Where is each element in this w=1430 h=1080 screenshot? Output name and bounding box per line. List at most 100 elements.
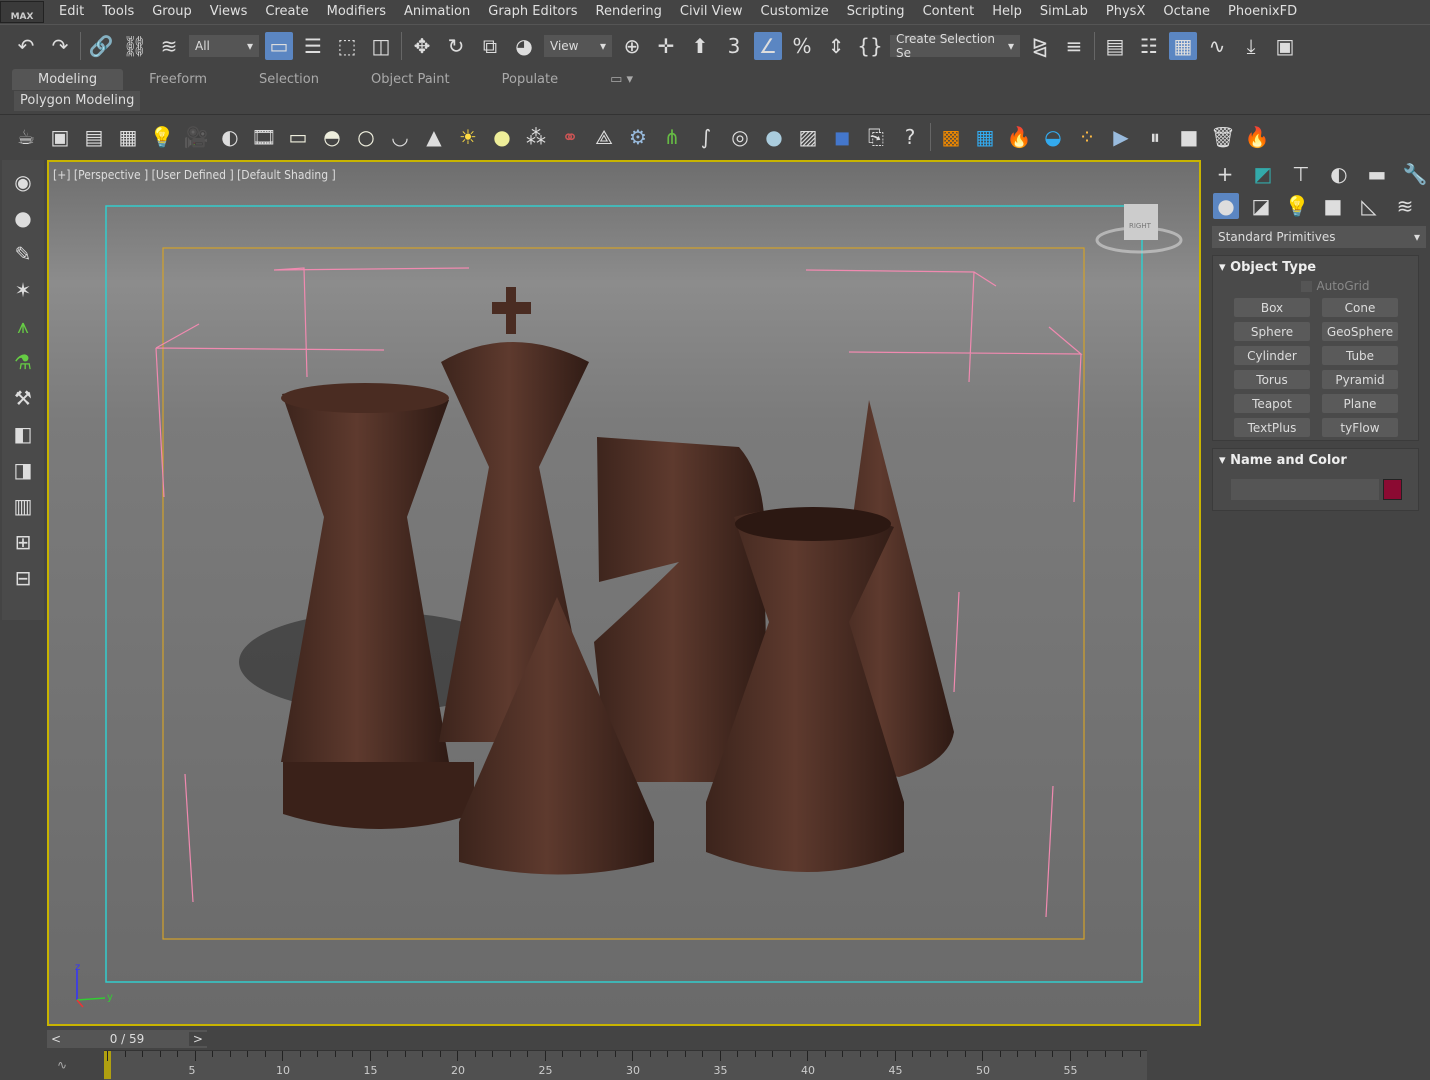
ribbon-tab-modeling[interactable]: Modeling [12, 69, 124, 90]
water-grid-icon[interactable]: ▦ [971, 123, 999, 151]
menu-modifiers[interactable]: Modifiers [318, 4, 395, 19]
window-crossing-icon[interactable]: ◫ [367, 32, 395, 60]
scale-icon[interactable]: ⧉ [476, 32, 504, 60]
stop-icon[interactable]: ■ [1175, 123, 1203, 151]
align-icon[interactable]: ≡ [1060, 32, 1088, 60]
menu-animation[interactable]: Animation [395, 4, 479, 19]
hierarchy-tab-icon[interactable]: ⊤ [1287, 160, 1315, 188]
menu-rendering[interactable]: Rendering [587, 4, 671, 19]
rect-selection-icon[interactable]: ⬚ [333, 32, 361, 60]
object-type-header[interactable]: ▾ Object Type [1213, 256, 1418, 279]
mixer-icon[interactable]: ◧ [9, 420, 37, 448]
move-icon[interactable]: ✥ [408, 32, 436, 60]
plane-icon[interactable]: ▭ [284, 123, 312, 151]
create-plane-button[interactable]: Plane [1322, 394, 1398, 413]
node-tree-icon[interactable]: ⊟ [9, 564, 37, 592]
object-render-icon[interactable]: ◼ [828, 123, 856, 151]
ocean-icon[interactable]: ◒ [1039, 123, 1067, 151]
named-selection-icon[interactable]: {} [856, 32, 884, 60]
autogrid-checkbox[interactable]: AutoGrid [1253, 279, 1418, 293]
rotate-icon[interactable]: ↻ [442, 32, 470, 60]
gear-icon[interactable]: ⚙ [624, 123, 652, 151]
geometry-icon[interactable]: ● [1213, 193, 1239, 219]
light-lister-icon[interactable]: 💡 [148, 123, 176, 151]
pause-icon[interactable]: ⏸ [1141, 123, 1169, 151]
fire-icon[interactable]: 🔥 [1005, 123, 1033, 151]
menu-graph-editors[interactable]: Graph Editors [479, 4, 586, 19]
pivot-icon[interactable]: ⊕ [618, 32, 646, 60]
redo-icon[interactable]: ↷ [46, 32, 74, 60]
sphere-light-icon[interactable]: ● [488, 123, 516, 151]
mirror-icon[interactable]: ⧎ [1026, 32, 1054, 60]
create-torus-button[interactable]: Torus [1234, 370, 1310, 389]
motion-tab-icon[interactable]: ◐ [1325, 160, 1353, 188]
particles-icon[interactable]: ⁘ [1073, 123, 1101, 151]
snap-3d-icon[interactable]: 3 [720, 32, 748, 60]
create-tab-icon[interactable]: + [1211, 160, 1239, 188]
flask-icon[interactable]: ⚗ [9, 348, 37, 376]
percent-snap-icon[interactable]: % [788, 32, 816, 60]
schematic-view-icon[interactable]: ⤓ [1237, 32, 1265, 60]
dome-icon[interactable]: ◓ [318, 123, 346, 151]
trash-icon[interactable]: 🗑 [1209, 123, 1237, 151]
curve-editor-mini-icon[interactable]: ∿ [57, 1058, 67, 1072]
ribbon-tab-populate[interactable]: Populate [476, 69, 585, 90]
sun-icon[interactable]: ☀ [454, 123, 482, 151]
menu-civil-view[interactable]: Civil View [671, 4, 752, 19]
undo-icon[interactable]: ↶ [12, 32, 40, 60]
export-icon[interactable]: ⎘ [862, 123, 890, 151]
disc-icon[interactable]: ○ [352, 123, 380, 151]
molecule-icon[interactable]: ⚭ [556, 123, 584, 151]
named-selection-dropdown[interactable]: Create Selection Se ▾ [890, 32, 1020, 60]
phoenix-icon[interactable]: ▩ [937, 123, 965, 151]
shapes-icon[interactable]: ◪ [1247, 192, 1275, 220]
create-teapot-button[interactable]: Teapot [1234, 394, 1310, 413]
selection-filter-dropdown[interactable]: All ▾ [189, 34, 259, 57]
material-sphere-icon[interactable]: ● [760, 123, 788, 151]
link-icon[interactable]: 🔗 [87, 32, 115, 60]
polygon-modeling-panel[interactable]: Polygon Modeling [14, 91, 141, 111]
scene-explorer-icon[interactable]: ▤ [1101, 32, 1129, 60]
brush-icon[interactable]: ✎ [9, 240, 37, 268]
pyramid-icon[interactable]: ⟁ [590, 123, 618, 151]
hair-icon[interactable]: ∫ [692, 123, 720, 151]
create-tyflow-button[interactable]: tyFlow [1322, 418, 1398, 437]
menu-tools[interactable]: Tools [93, 4, 143, 19]
helpers-icon[interactable]: ◺ [1355, 192, 1383, 220]
render-icon[interactable]: 🎞 [250, 123, 278, 151]
curve-editor-icon[interactable]: ∿ [1203, 32, 1231, 60]
material-editor-icon[interactable]: ▣ [1271, 32, 1299, 60]
play-icon[interactable]: ▶ [1107, 123, 1135, 151]
bowl-icon[interactable]: ◡ [386, 123, 414, 151]
select-object-icon[interactable]: ▭ [265, 31, 293, 60]
category-dropdown[interactable]: Standard Primitives ▾ [1212, 226, 1426, 248]
hammer-icon[interactable]: ⚒ [9, 384, 37, 412]
menu-views[interactable]: Views [201, 4, 257, 19]
create-tube-button[interactable]: Tube [1322, 346, 1398, 365]
sphere-half-icon[interactable]: ◐ [216, 123, 244, 151]
layer-explorer-icon[interactable]: ☷ [1135, 32, 1163, 60]
render-setup-icon[interactable]: ▤ [80, 123, 108, 151]
cameras-icon[interactable]: ■ [1319, 192, 1347, 220]
ribbon-tab-object-paint[interactable]: Object Paint [345, 69, 476, 90]
app-logo[interactable]: MAX [0, 0, 44, 23]
create-sphere-button[interactable]: Sphere [1234, 322, 1310, 341]
cloth-icon[interactable]: ⩚ [9, 312, 37, 340]
time-slider[interactable]: < 0 / 59 > [47, 1030, 207, 1048]
menu-simlab[interactable]: SimLab [1031, 4, 1097, 19]
perspective-viewport[interactable]: [+] [Perspective ] [User Defined ] [Defa… [47, 160, 1201, 1026]
menu-customize[interactable]: Customize [752, 4, 838, 19]
scene-icon[interactable]: ◉ [9, 168, 37, 196]
spinner-snap-icon[interactable]: ⇕ [822, 32, 850, 60]
space-warps-icon[interactable]: ≋ [1391, 192, 1419, 220]
add-node-icon[interactable]: ⊞ [9, 528, 37, 556]
lights-icon[interactable]: 💡 [1283, 192, 1311, 220]
create-geosphere-button[interactable]: GeoSphere [1322, 322, 1398, 341]
create-textplus-button[interactable]: TextPlus [1234, 418, 1310, 437]
angle-snap-icon[interactable]: ∠ [754, 31, 782, 60]
menu-phoenixfd[interactable]: PhoenixFD [1219, 4, 1306, 19]
biped-icon[interactable]: ✶ [9, 276, 37, 304]
render-table-icon[interactable]: ▦ [114, 123, 142, 151]
material-browser-icon[interactable]: ▨ [794, 123, 822, 151]
name-color-header[interactable]: ▾ Name and Color [1213, 449, 1418, 472]
